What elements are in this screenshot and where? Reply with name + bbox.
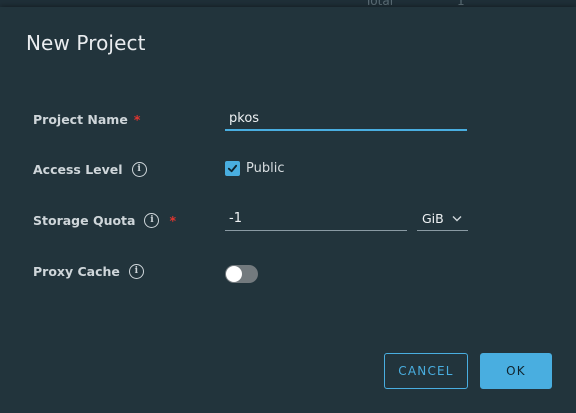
cancel-button[interactable]: CANCEL [384,353,468,389]
project-name-label-text: Project Name [33,112,128,127]
proxy-cache-info-icon[interactable]: i [128,264,144,279]
project-name-label: Project Name * [33,112,140,127]
storage-quota-info-icon[interactable]: i [144,213,160,228]
storage-quota-label: Storage Quota i * [33,213,176,228]
storage-unit-select[interactable]: GiB [417,207,468,231]
storage-quota-input[interactable] [225,207,407,231]
new-project-dialog: New Project Project Name * Access Level … [0,7,576,413]
required-marker: * [169,213,177,228]
access-level-label-text: Access Level [33,162,123,177]
proxy-cache-toggle[interactable] [225,265,258,283]
required-marker: * [133,112,141,127]
access-level-label: Access Level i [33,162,147,177]
toggle-knob [226,266,242,282]
dialog-title: New Project [26,31,146,55]
public-checkbox-label: Public [246,161,285,176]
ok-button[interactable]: OK [480,353,552,389]
public-checkbox[interactable] [225,161,240,176]
chevron-down-icon [452,215,462,222]
proxy-cache-label-text: Proxy Cache [33,264,120,279]
access-level-info-icon[interactable]: i [131,162,147,177]
proxy-cache-label: Proxy Cache i [33,264,144,279]
public-checkbox-group[interactable]: Public [225,161,284,176]
storage-quota-label-text: Storage Quota [33,213,136,228]
storage-unit-value: GiB [422,211,444,226]
checkmark-icon [227,164,238,173]
project-name-input[interactable] [225,107,467,131]
